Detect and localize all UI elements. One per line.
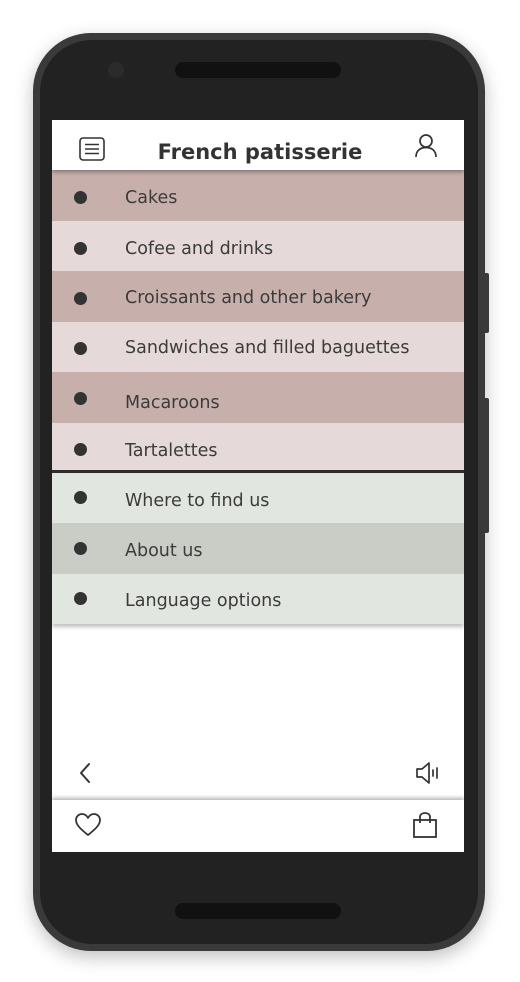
category-group: Cakes Cofee and drinks Croissants and ot… xyxy=(52,170,464,470)
bullet-icon xyxy=(74,542,87,555)
bullet-icon xyxy=(74,241,87,255)
heart-icon[interactable] xyxy=(74,812,102,838)
bullet-icon xyxy=(74,442,87,456)
menu-list: Cakes Cofee and drinks Croissants and ot… xyxy=(52,170,464,624)
menu-item-croissants[interactable]: Croissants and other bakery xyxy=(52,271,464,322)
menu-item-label: About us xyxy=(125,541,203,561)
bullet-icon xyxy=(74,392,87,405)
menu-item-macaroons[interactable]: Macaroons xyxy=(52,372,464,423)
menu-item-where-to-find-us[interactable]: Where to find us xyxy=(52,472,464,523)
menu-item-label: Tartalettes xyxy=(125,440,218,461)
bullet-icon xyxy=(74,341,87,355)
menu-item-cakes[interactable]: Cakes xyxy=(52,170,464,221)
bottom-tab-bar xyxy=(52,800,464,852)
page-title: French patisserie xyxy=(157,140,363,164)
navigation-row xyxy=(52,755,464,795)
menu-item-label: Where to find us xyxy=(125,490,270,511)
bullet-icon xyxy=(74,490,87,504)
chevron-left-icon[interactable] xyxy=(74,759,96,787)
menu-item-label: Sandwiches and filled baguettes xyxy=(125,337,410,358)
earpiece-speaker xyxy=(175,62,341,78)
speaker-icon[interactable] xyxy=(414,759,444,787)
shopping-bag-icon[interactable] xyxy=(411,811,439,839)
menu-item-label: Cakes xyxy=(125,188,178,208)
app-screen: French patisserie Cakes Cofee and drinks… xyxy=(52,120,464,852)
menu-item-label: Macaroons xyxy=(125,393,220,413)
power-button xyxy=(483,398,489,533)
menu-item-about-us[interactable]: About us xyxy=(52,523,464,574)
info-group: Where to find us About us Language optio… xyxy=(52,472,464,624)
app-header: French patisserie xyxy=(52,120,464,170)
menu-item-label: Cofee and drinks xyxy=(125,238,274,259)
menu-item-label: Croissants and other bakery xyxy=(125,288,372,308)
menu-item-coffee-and-drinks[interactable]: Cofee and drinks xyxy=(52,220,464,271)
bottom-speaker xyxy=(175,903,341,919)
menu-item-label: Language options xyxy=(125,590,282,611)
front-camera xyxy=(108,62,124,78)
menu-item-language-options[interactable]: Language options xyxy=(52,573,464,624)
user-icon[interactable] xyxy=(412,132,440,160)
bullet-icon xyxy=(74,292,87,305)
volume-button xyxy=(483,273,489,333)
menu-item-sandwiches[interactable]: Sandwiches and filled baguettes xyxy=(52,321,464,372)
bullet-icon xyxy=(74,191,87,204)
menu-item-tartalettes[interactable]: Tartalettes xyxy=(52,422,464,470)
bullet-icon xyxy=(74,591,87,605)
